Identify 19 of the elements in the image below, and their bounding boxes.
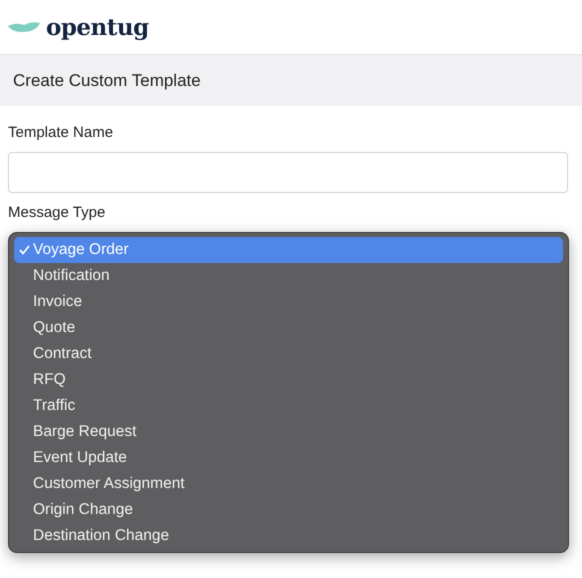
menu-option[interactable]: Barge Request (14, 419, 563, 445)
menu-option[interactable]: Traffic (14, 393, 563, 419)
menu-option[interactable]: Origin Change (14, 497, 563, 523)
check-icon (19, 245, 30, 255)
field-label: Template Name (8, 124, 114, 141)
logo-text: opentug (46, 14, 149, 40)
field-label: Message Type (8, 204, 106, 221)
menu-option[interactable]: Voyage Order (14, 237, 563, 263)
logo-wave-icon (8, 20, 40, 34)
menu-option[interactable]: Quote (14, 315, 563, 341)
menu-option[interactable]: Contract (14, 341, 563, 367)
menu-option[interactable]: Event Update (14, 445, 563, 471)
menu-option[interactable]: Customer Assignment (14, 471, 563, 497)
menu-option[interactable]: RFQ (14, 367, 563, 393)
template-name-field[interactable] (8, 152, 568, 193)
menu-option[interactable]: Destination Change (14, 523, 563, 549)
section-title: Create Custom Template (13, 70, 201, 90)
menu-option[interactable]: Invoice (14, 289, 563, 315)
menu-option[interactable]: Notification (14, 263, 563, 289)
